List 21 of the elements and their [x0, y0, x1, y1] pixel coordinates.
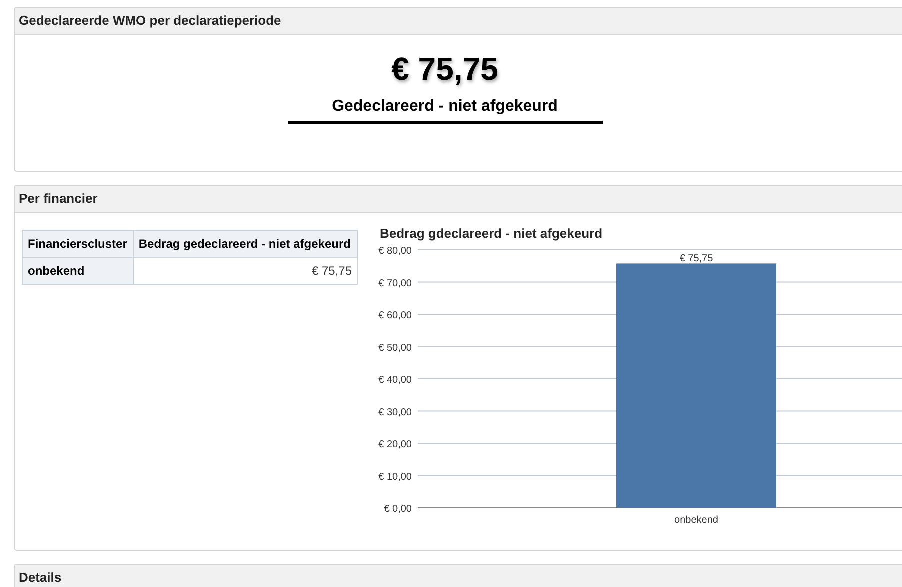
axis-label: € 10,00: [378, 472, 412, 483]
column-header: Bedrag gedeclareerd - niet afgekeurd: [133, 230, 358, 258]
chart-title: Bedrag gdeclareerd - niet afgekeurd: [380, 226, 603, 241]
table-cell: onbekend: [22, 258, 134, 284]
panel-title: Details: [19, 569, 62, 587]
axis-label: € 20,00: [378, 440, 412, 450]
panel-title: Gedeclareerde WMO per declaratieperiode: [19, 12, 282, 30]
axis-label: € 0,00: [384, 504, 412, 515]
table-cell: € 75,75: [133, 258, 358, 284]
axis-label: € 50,00: [378, 342, 412, 354]
axis-label: onbekend: [674, 515, 718, 526]
axis-label: € 60,00: [378, 310, 412, 322]
axis-label: € 40,00: [378, 375, 412, 386]
kpi-label: Gedeclareerd - niet afgekeurd: [288, 95, 602, 124]
kpi-value: € 75,75: [392, 50, 498, 89]
axis-label: € 80,00: [378, 246, 412, 257]
column-header: Financierscluster: [22, 230, 134, 258]
axis-label: € 30,00: [378, 407, 412, 418]
panel-title: Per financier: [19, 190, 98, 208]
bar-value-label: € 75,75: [680, 254, 714, 265]
axis-label: € 70,00: [378, 278, 412, 290]
